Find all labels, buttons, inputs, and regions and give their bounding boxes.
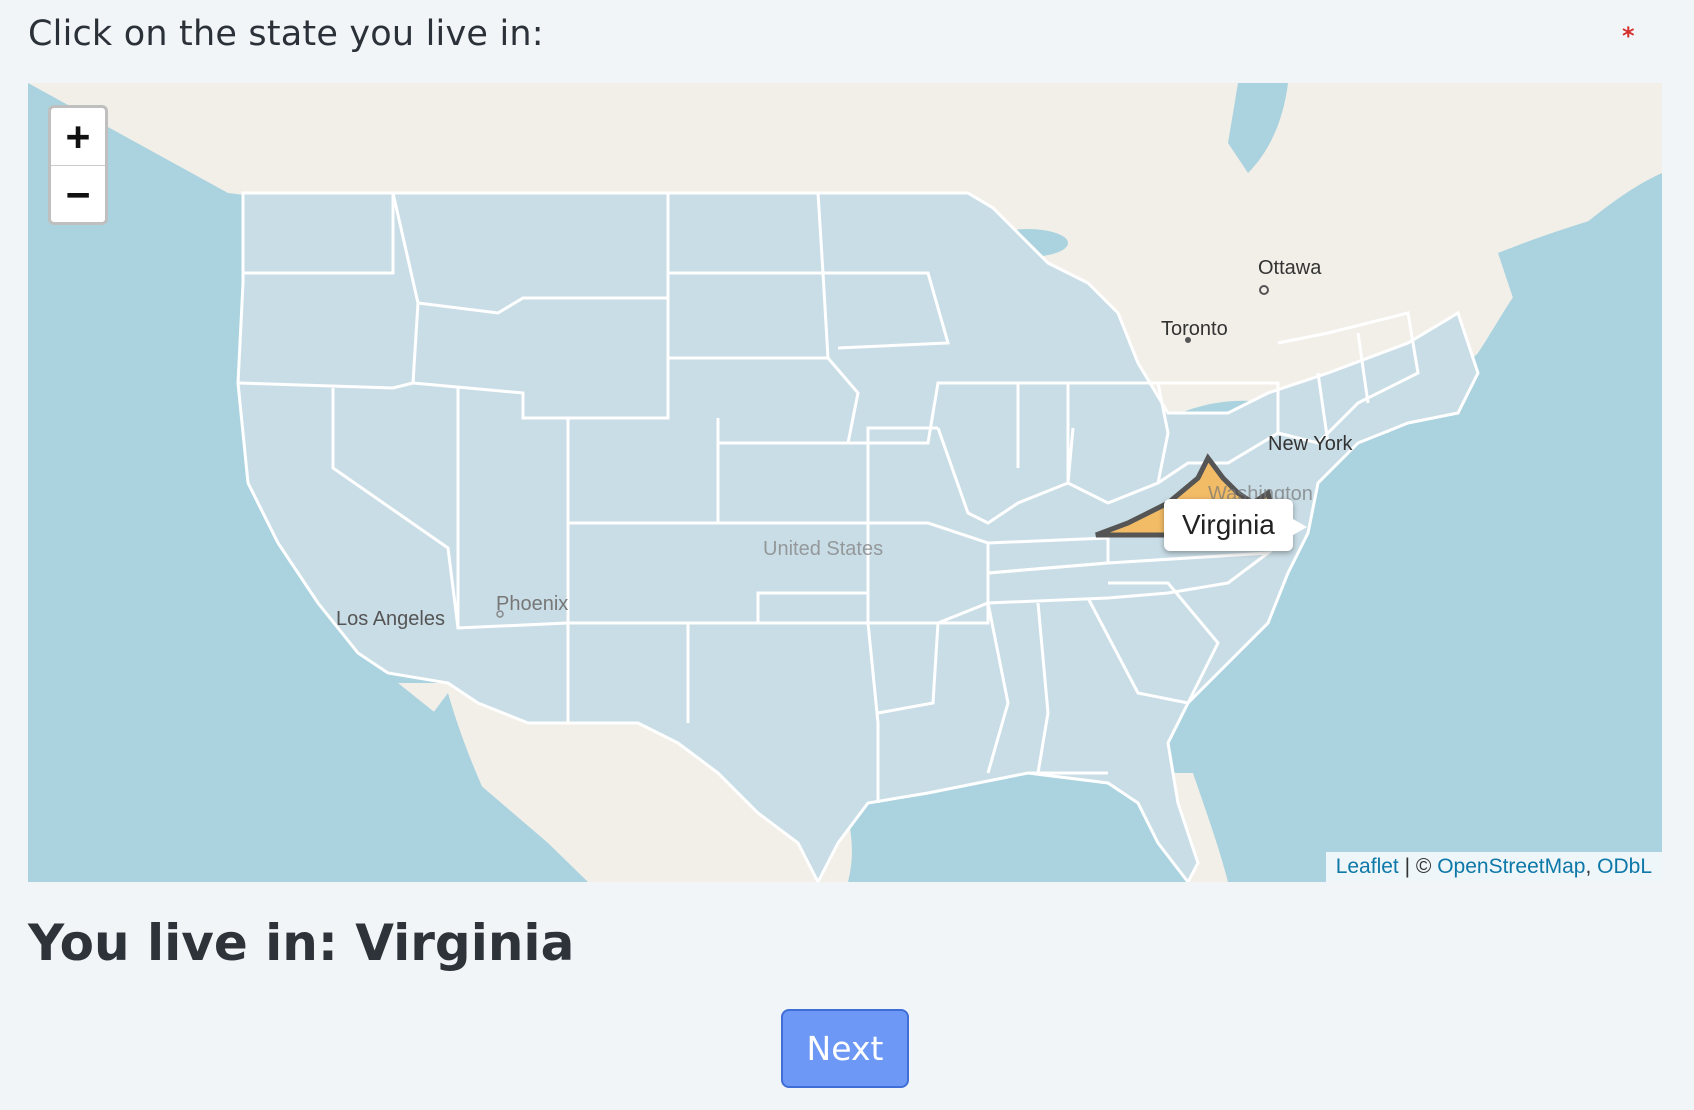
- city-label-ottawa: Ottawa: [1258, 257, 1322, 279]
- state-tooltip: Virginia: [1164, 499, 1307, 551]
- zoom-out-button[interactable]: −: [51, 165, 105, 222]
- city-label-toronto: Toronto: [1161, 318, 1228, 340]
- state-map[interactable]: Ottawa Toronto New York Washington Unite…: [28, 83, 1662, 882]
- attribution-comma: ,: [1585, 855, 1598, 878]
- city-label-los-angeles: Los Angeles: [336, 608, 445, 630]
- leaflet-link[interactable]: Leaflet: [1336, 855, 1399, 878]
- city-label-new-york: New York: [1268, 433, 1353, 455]
- result-text: You live in: Virginia: [28, 914, 575, 972]
- city-label-phoenix: Phoenix: [496, 593, 569, 615]
- question-label: Click on the state you live in:: [28, 14, 544, 54]
- map-attribution: Leaflet | © OpenStreetMap, ODbL: [1325, 852, 1662, 882]
- attribution-separator: | ©: [1398, 855, 1438, 878]
- zoom-in-button[interactable]: +: [51, 108, 105, 165]
- zoom-control: + −: [48, 105, 108, 225]
- odbl-link[interactable]: ODbL: [1597, 855, 1652, 878]
- map-tiles: [28, 83, 1662, 882]
- required-marker: *: [1622, 22, 1635, 50]
- map-label-united-states: United States: [763, 538, 884, 560]
- next-button[interactable]: Next: [781, 1009, 909, 1088]
- osm-link[interactable]: OpenStreetMap: [1437, 855, 1585, 878]
